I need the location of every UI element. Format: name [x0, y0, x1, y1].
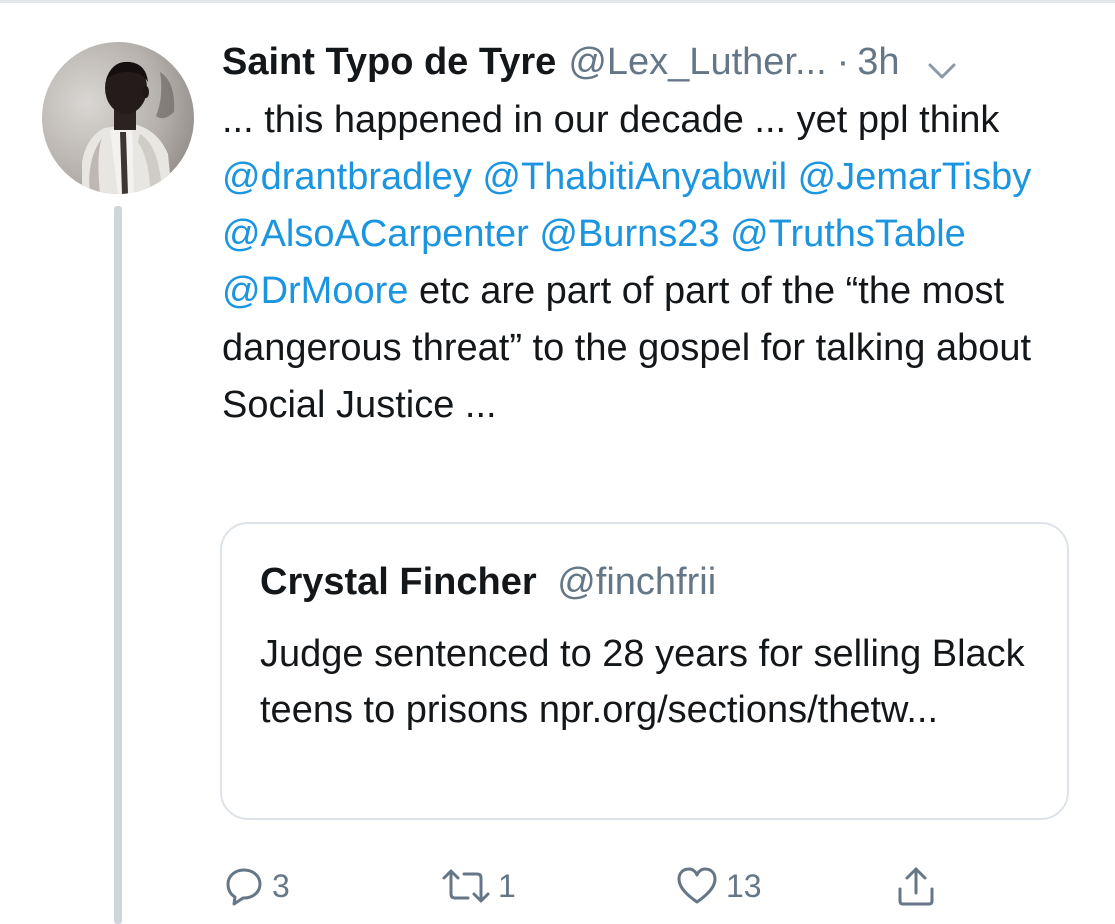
like-count: 13	[726, 867, 762, 904]
reply-count: 3	[272, 867, 290, 904]
reply-icon	[222, 864, 266, 908]
thread-line	[114, 206, 122, 924]
tweet-text: ... this happened in our decade ... yet …	[222, 92, 1082, 434]
mention-link[interactable]: @DrMoore	[222, 270, 408, 312]
mention-link[interactable]: @Burns23	[539, 213, 719, 255]
reply-button[interactable]: 3	[222, 860, 290, 912]
quoted-tweet-card[interactable]: Crystal Fincher @finchfrii Judge sentenc…	[220, 522, 1069, 820]
share-button[interactable]	[894, 860, 938, 912]
mention-link[interactable]: @ThabitiAnyabwil	[482, 156, 787, 198]
retweet-icon	[440, 864, 492, 908]
like-button[interactable]: 13	[674, 860, 762, 912]
quoted-author-handle: @finchfrii	[557, 561, 717, 603]
avatar-portrait	[42, 42, 194, 194]
top-divider	[0, 0, 1115, 3]
retweet-count: 1	[498, 867, 516, 904]
mention-link[interactable]: @drantbradley	[222, 156, 472, 198]
quoted-tweet-text: Judge sentenced to 28 years for selling …	[260, 633, 1025, 731]
tweet-time[interactable]: 3h	[857, 36, 899, 88]
author-handle[interactable]: @Lex_Luther...	[568, 36, 826, 88]
chevron-down-icon[interactable]	[924, 47, 960, 79]
quoted-author-name: Crystal Fincher	[260, 561, 537, 603]
mention-link[interactable]: @AlsoACarpenter	[222, 213, 529, 255]
quoted-tweet-header: Crystal Fincher @finchfrii	[260, 556, 716, 608]
avatar[interactable]	[42, 42, 194, 194]
mention-link[interactable]: @TruthsTable	[730, 213, 966, 255]
tweet-header: Saint Typo de Tyre @Lex_Luther... · 3h	[222, 36, 1092, 88]
tweet: Saint Typo de Tyre @Lex_Luther... · 3h .…	[222, 36, 1092, 434]
share-icon	[894, 863, 938, 909]
author-name[interactable]: Saint Typo de Tyre	[222, 36, 556, 88]
mention-link[interactable]: @JemarTisby	[798, 156, 1032, 198]
tweet-text-intro: ... this happened in our decade ... yet …	[222, 99, 1000, 141]
separator-dot: ·	[836, 41, 850, 83]
like-icon	[674, 864, 720, 908]
tweet-actions: 3 1 13	[222, 860, 962, 912]
retweet-button[interactable]: 1	[440, 860, 516, 912]
